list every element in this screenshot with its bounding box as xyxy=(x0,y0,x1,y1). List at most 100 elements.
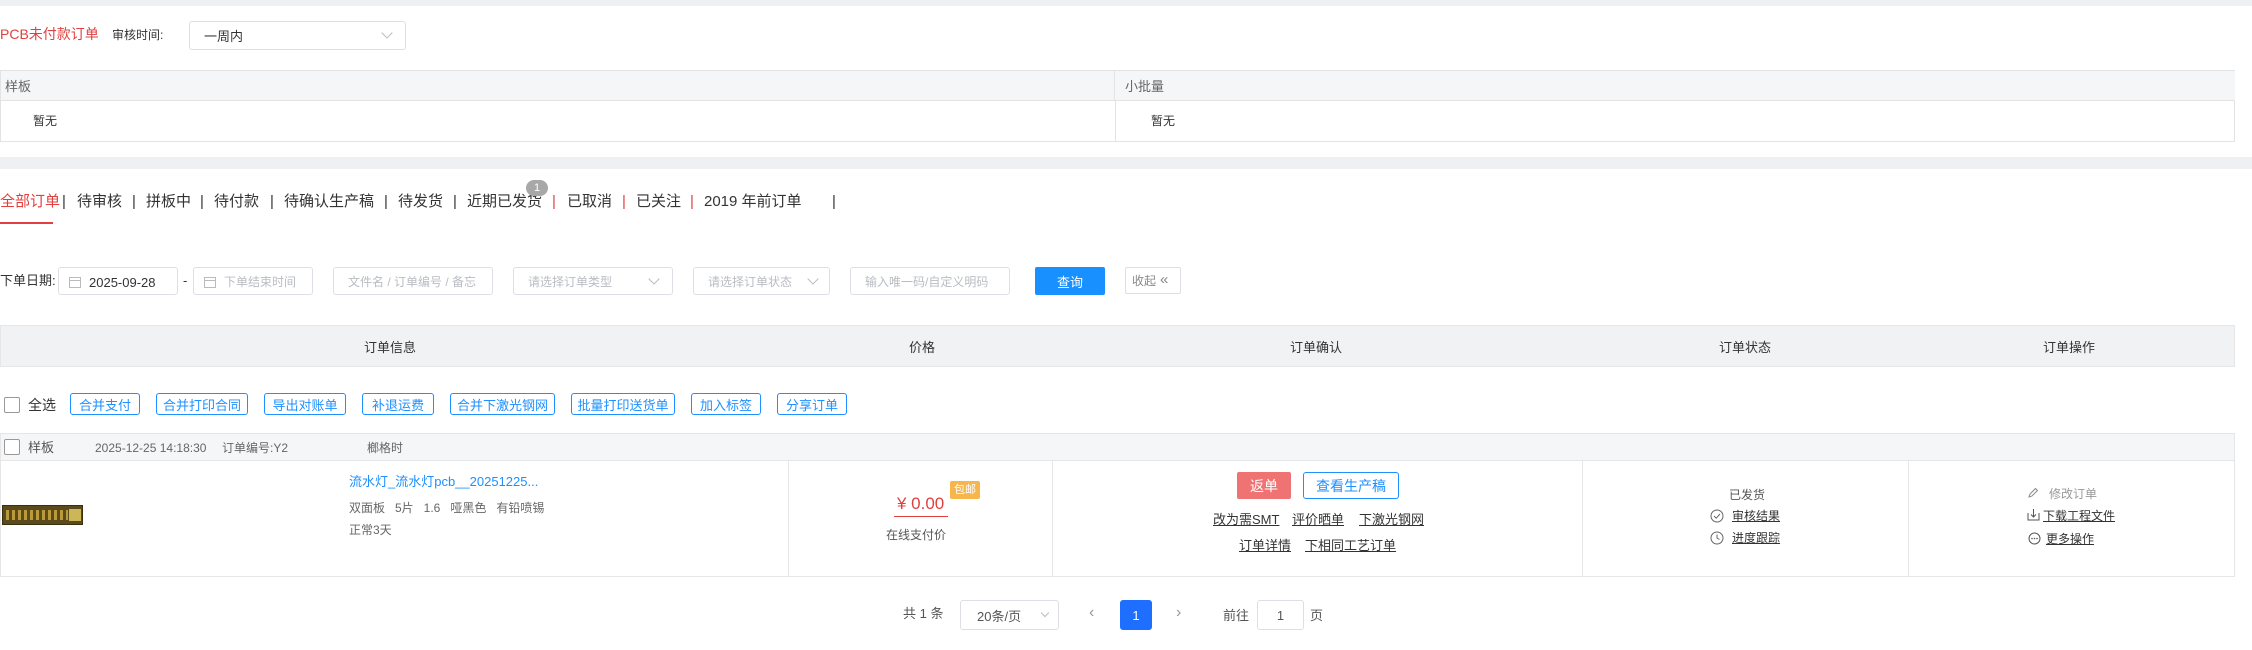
order-row: 流水灯_流水灯pcb__20251225... 双面板 5片 1.6 哑黑色 有… xyxy=(0,461,2235,577)
col-price: 价格 xyxy=(909,340,936,355)
next-page-icon[interactable]: › xyxy=(1176,605,1181,621)
tab-panelizing[interactable]: 拼板中 xyxy=(146,194,191,209)
merge-pay-button[interactable]: 合并支付 xyxy=(70,393,140,415)
check-circle-icon xyxy=(1710,509,1724,523)
tab-pre-2019-orders[interactable]: 2019 年前订单 xyxy=(704,194,802,209)
order-price: ¥ 0.00 xyxy=(897,494,945,513)
col-order-status: 订单状态 xyxy=(1719,340,1772,355)
merge-print-contract-button[interactable]: 合并打印合同 xyxy=(156,393,248,415)
tab-separator: | xyxy=(552,193,556,210)
tab-separator: | xyxy=(132,193,136,210)
col-order-info: 订单信息 xyxy=(364,340,417,355)
tab-separator: | xyxy=(622,193,626,210)
download-project-file-link[interactable]: 下载工程文件 xyxy=(2043,510,2115,522)
goto-suffix: 页 xyxy=(1310,608,1324,623)
summary-table: 样板 小批量 暂无 暂无 xyxy=(0,70,2235,142)
current-page-button[interactable]: 1 xyxy=(1120,600,1152,630)
end-date-input[interactable]: 下单结束时间 xyxy=(193,267,313,295)
sample-header-cell: 样板 xyxy=(1,71,1115,101)
shipped-count-badge: 1 xyxy=(526,180,548,196)
laser-stencil-link[interactable]: 下激光钢网 xyxy=(1359,513,1424,526)
export-statement-button[interactable]: 导出对账单 xyxy=(264,393,346,415)
orders-table-header: 订单信息 价格 订单确认 订单状态 订单操作 xyxy=(0,325,2235,367)
more-actions-link[interactable]: 更多操作 xyxy=(2046,533,2094,545)
confirm-cell: 返单 查看生产稿 改为需SMT 评价晒单 下激光钢网 订单详情 下相同工艺订单 xyxy=(1052,461,1582,577)
batch-header-cell: 小批量 xyxy=(1115,71,2235,101)
prev-page-icon[interactable]: ‹ xyxy=(1089,605,1094,621)
order-checkbox[interactable] xyxy=(4,439,20,455)
merge-stencil-button[interactable]: 合并下激光钢网 xyxy=(450,393,555,415)
review-time-label: 审核时间: xyxy=(112,28,164,42)
chevron-down-icon xyxy=(807,273,819,285)
page-size-value: 20条/页 xyxy=(977,609,1022,624)
review-result-link[interactable]: 审核结果 xyxy=(1732,510,1780,522)
tab-pending-confirm[interactable]: 待确认生产稿 xyxy=(284,194,374,209)
order-status-placeholder: 请选择订单状态 xyxy=(708,275,793,289)
view-production-draft-button[interactable]: 查看生产稿 xyxy=(1303,472,1399,499)
tab-separator: | xyxy=(200,193,204,210)
add-tag-button[interactable]: 加入标签 xyxy=(691,393,761,415)
order-details-link[interactable]: 订单详情 xyxy=(1239,539,1291,552)
order-type-select[interactable]: 请选择订单类型 xyxy=(513,267,673,295)
status-cell: 已发货 审核结果 进度跟踪 xyxy=(1582,461,1908,577)
unpaid-orders-title: PCB未付款订单 xyxy=(0,26,99,42)
tab-all-orders[interactable]: 全部订单 xyxy=(0,194,60,209)
tab-recently-shipped[interactable]: 近期已发货 xyxy=(467,194,542,209)
unique-code-placeholder: 输入唯一码/自定义明码 xyxy=(865,275,989,289)
order-datetime: 2025-12-25 14:18:30 xyxy=(95,441,207,455)
keyword-placeholder: 文件名 / 订单编号 / 备忘 xyxy=(348,275,477,289)
tab-pending-shipment[interactable]: 待发货 xyxy=(398,194,443,209)
select-all-label: 全选 xyxy=(28,397,56,413)
unique-code-input[interactable]: 输入唯一码/自定义明码 xyxy=(850,267,1010,295)
review-order-link[interactable]: 评价晒单 xyxy=(1292,513,1344,526)
pencil-icon xyxy=(2028,487,2039,498)
order-extra: 榔格时 xyxy=(367,441,404,455)
collapse-button[interactable]: 收起 « xyxy=(1125,267,1181,294)
col-order-confirm: 订单确认 xyxy=(1290,340,1343,355)
start-date-value: 2025-09-28 xyxy=(89,275,156,290)
query-button[interactable]: 查询 xyxy=(1035,267,1105,295)
convert-smt-link[interactable]: 改为需SMT xyxy=(1213,513,1279,526)
calendar-icon xyxy=(204,277,216,288)
actions-cell: 修改订单 下载工程文件 更多操作 xyxy=(1908,461,2235,577)
tab-separator: | xyxy=(270,193,274,210)
freight-refund-button[interactable]: 补退运费 xyxy=(362,393,434,415)
chevron-down-icon xyxy=(1040,608,1050,618)
return-order-button[interactable]: 返单 xyxy=(1237,472,1291,499)
calendar-icon xyxy=(69,277,81,288)
start-date-input[interactable]: 2025-09-28 xyxy=(58,267,178,295)
tab-pending-payment[interactable]: 待付款 xyxy=(214,194,259,209)
modify-order-link[interactable]: 修改订单 xyxy=(2049,488,2097,500)
clock-icon xyxy=(1710,531,1724,545)
select-all-checkbox[interactable] xyxy=(4,397,20,413)
page-size-select[interactable]: 20条/页 xyxy=(960,600,1059,630)
double-chevron-left-icon: « xyxy=(1160,271,1169,288)
tab-separator: | xyxy=(832,193,836,210)
col-order-actions: 订单操作 xyxy=(2043,340,2096,355)
same-process-order-link[interactable]: 下相同工艺订单 xyxy=(1305,539,1396,552)
top-divider xyxy=(0,0,2252,6)
order-status-select[interactable]: 请选择订单状态 xyxy=(693,267,830,295)
summary-divider xyxy=(1115,101,1116,142)
download-icon xyxy=(2027,509,2040,521)
order-title-link[interactable]: 流水灯_流水灯pcb__20251225... xyxy=(349,475,538,488)
order-delivery: 正常3天 xyxy=(349,523,392,537)
goto-page-input[interactable]: 1 xyxy=(1257,600,1304,630)
tab-separator: | xyxy=(62,193,66,210)
progress-tracking-link[interactable]: 进度跟踪 xyxy=(1732,532,1780,544)
price-cell: ¥ 0.00 包邮 在线支付价 xyxy=(788,461,1052,577)
chevron-down-icon xyxy=(648,273,660,285)
pcb-thumbnail[interactable] xyxy=(2,505,83,525)
tab-followed[interactable]: 已关注 xyxy=(636,194,681,209)
keyword-input[interactable]: 文件名 / 订单编号 / 备忘 xyxy=(333,267,493,295)
batch-print-delivery-button[interactable]: 批量打印送货单 xyxy=(571,393,675,415)
sample-header: 样板 xyxy=(5,79,32,94)
chevron-down-icon xyxy=(381,27,393,39)
review-time-select[interactable]: 一周内 xyxy=(189,21,406,50)
tab-pending-review[interactable]: 待审核 xyxy=(77,194,122,209)
collapse-label: 收起 xyxy=(1132,274,1157,288)
order-group-header: 样板 2025-12-25 14:18:30 订单编号:Y2 榔格时 xyxy=(0,433,2235,461)
tab-cancelled[interactable]: 已取消 xyxy=(567,194,612,209)
share-order-button[interactable]: 分享订单 xyxy=(777,393,847,415)
order-date-label: 下单日期: xyxy=(0,273,56,288)
